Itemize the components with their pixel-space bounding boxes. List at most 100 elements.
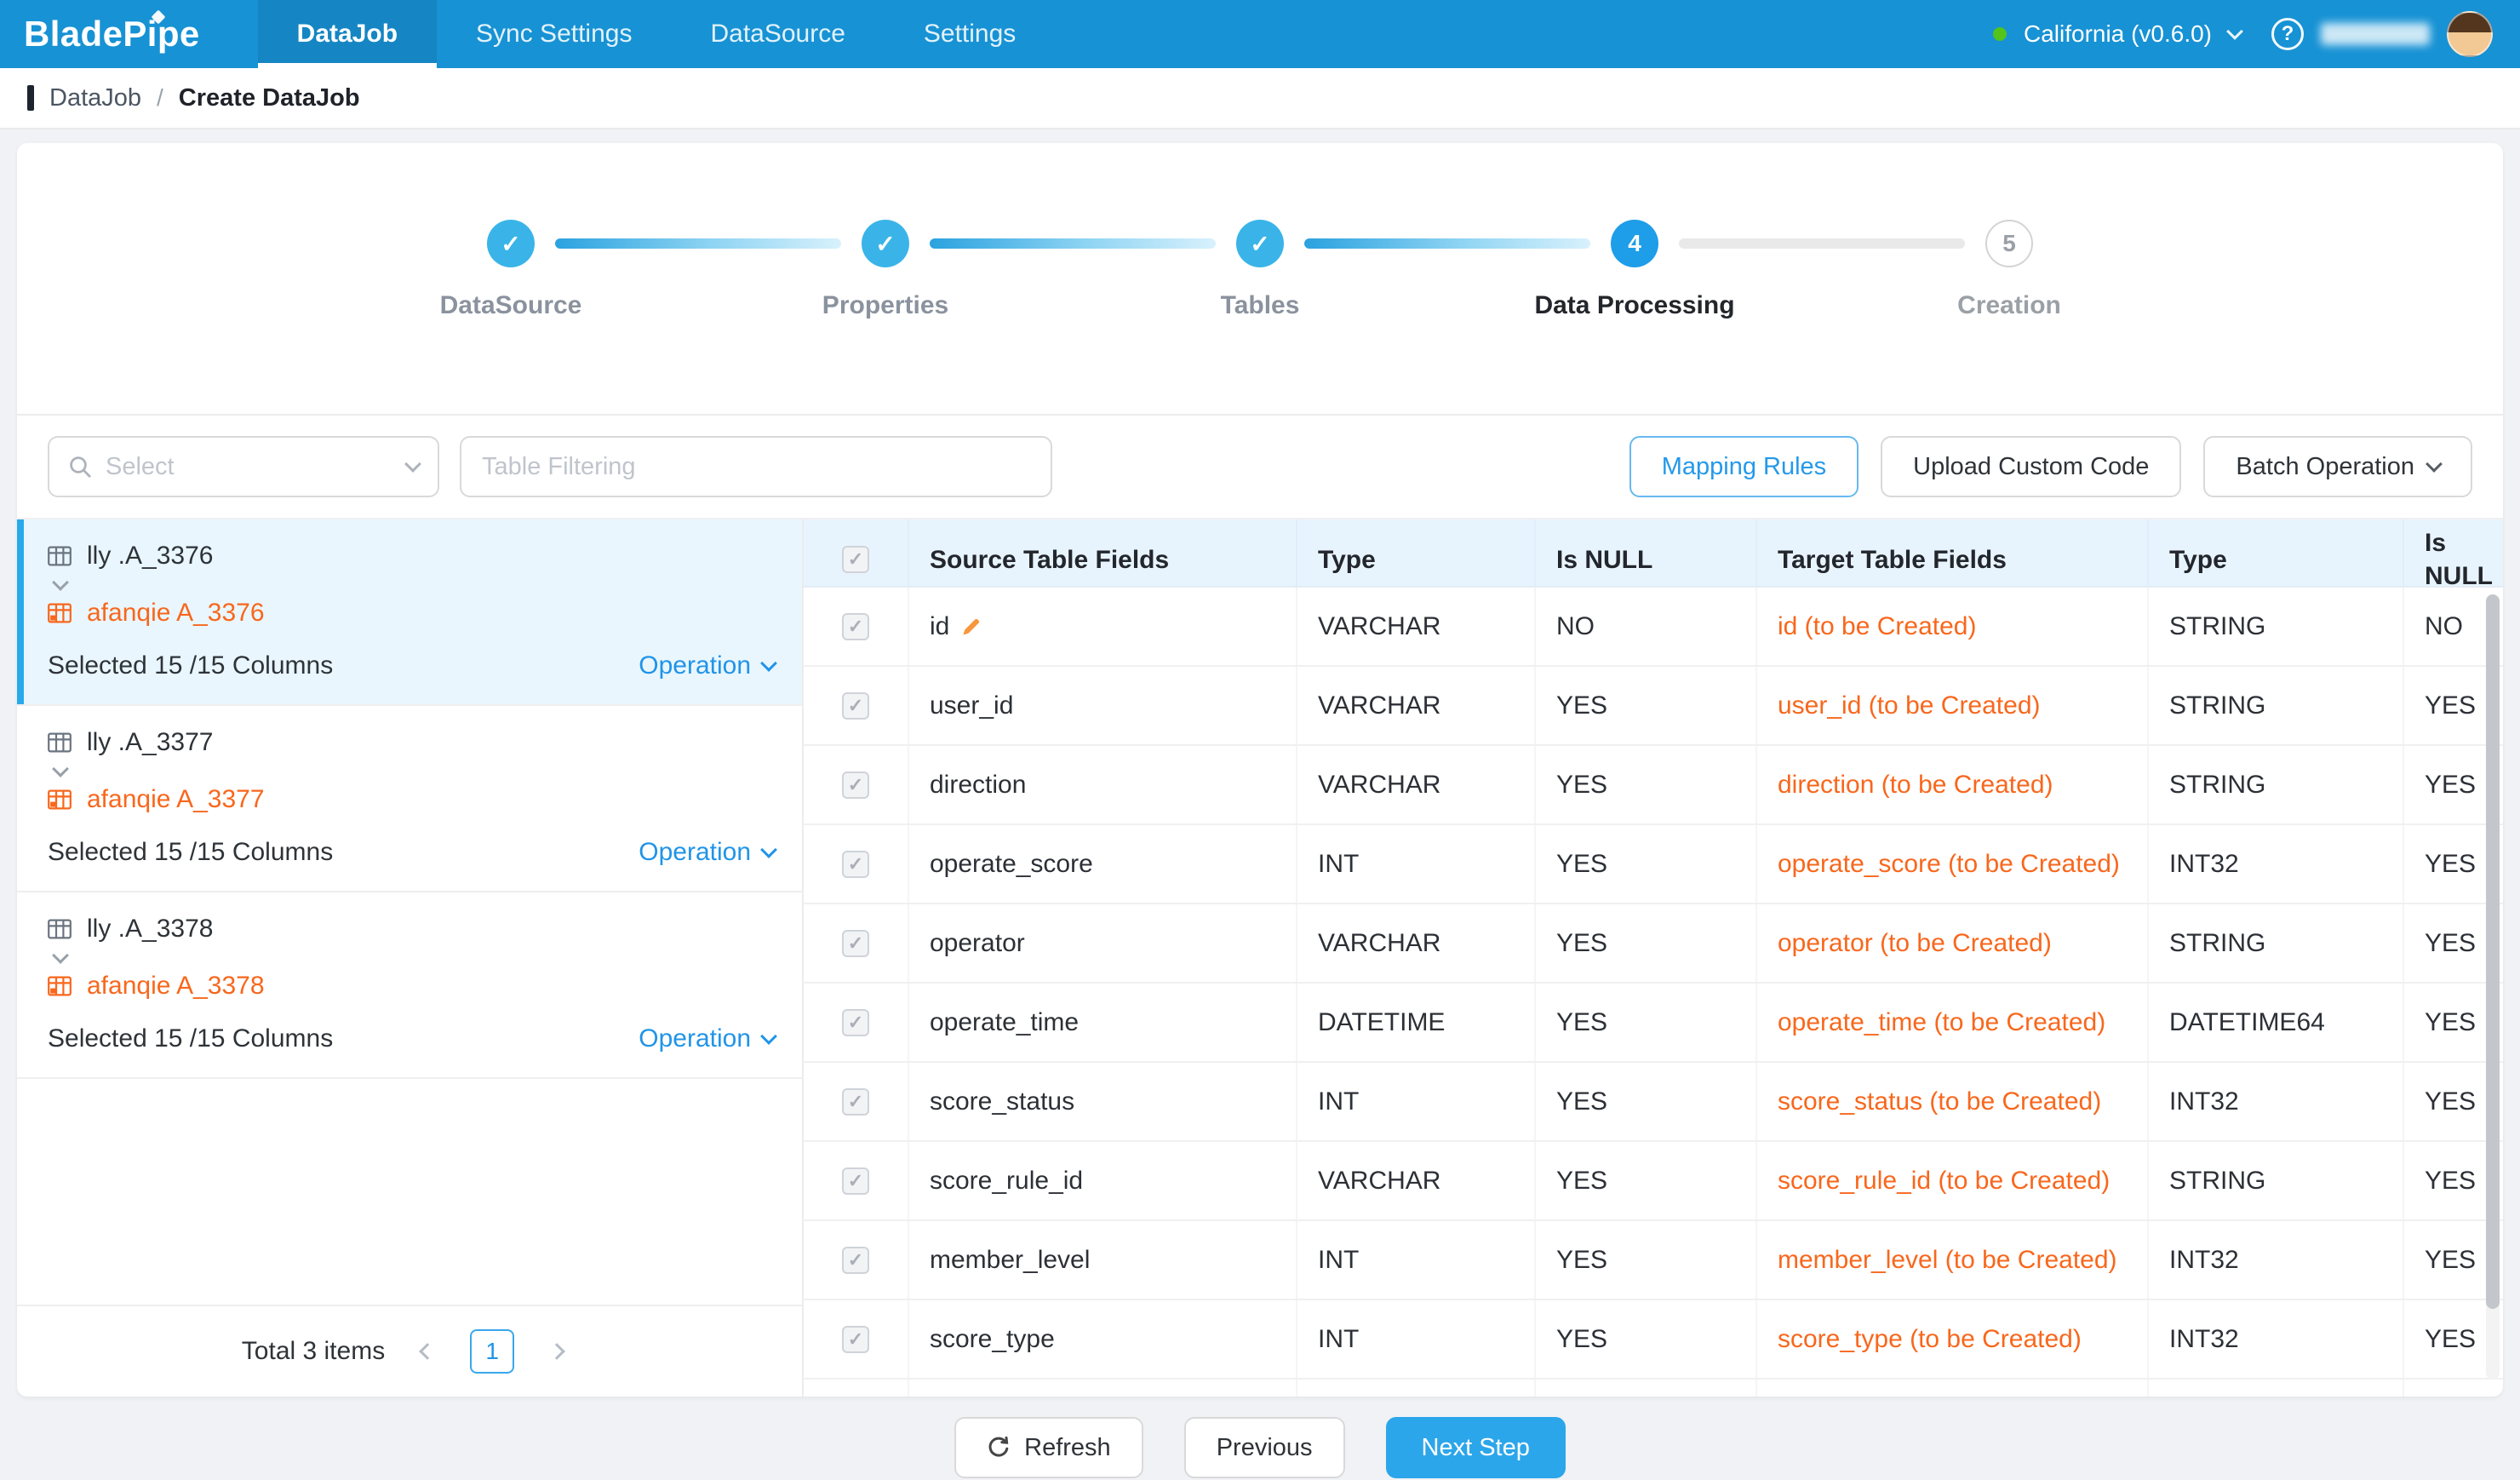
table-item-3377[interactable]: lly .A_3377 afanqie A_3377 Selected 15 /… (17, 706, 802, 892)
search-icon (68, 455, 92, 479)
step-label: DataSource (440, 291, 582, 320)
step-number: 4 (1611, 220, 1658, 267)
breadcrumb-datajob[interactable]: DataJob (49, 84, 141, 112)
check-icon: ✓ (848, 1330, 863, 1349)
region-selector-label[interactable]: California (v0.6.0) (2024, 20, 2212, 48)
check-icon: ✓ (848, 1172, 863, 1190)
field-row-score-type: ✓ score_type INT YES score_type (to be C… (804, 1300, 2503, 1380)
top-navbar: BladePipe DataJob Sync Settings DataSour… (0, 0, 2520, 68)
step-label: Tables (1221, 291, 1300, 320)
pagination-prev[interactable] (407, 1331, 448, 1372)
nav-tab-sync-settings[interactable]: Sync Settings (437, 0, 671, 68)
edit-field-icon[interactable] (961, 617, 982, 637)
check-icon: ✓ (848, 776, 863, 794)
source-isnull: NO (1536, 588, 1757, 665)
source-table-name: lly .A_3377 (87, 728, 213, 757)
source-type: VARCHAR (1297, 746, 1536, 823)
table-toolbar: Select Mapping Rules Upload Custom Code … (17, 416, 2503, 518)
next-step-button[interactable]: Next Step (1386, 1417, 1566, 1478)
field-row-user-id: ✓ user_id VARCHAR YES user_id (to be Cre… (804, 667, 2503, 746)
selected-columns-text: Selected 15 /15 Columns (48, 838, 333, 867)
source-type: INT (1297, 1221, 1536, 1299)
row-checkbox[interactable]: ✓ (842, 930, 869, 957)
operation-label: Operation (639, 1024, 751, 1053)
source-type: VARCHAR (1297, 588, 1536, 665)
source-table-name: lly .A_3376 (87, 542, 213, 571)
breadcrumb-current: Create DataJob (179, 84, 360, 112)
breadcrumb-accent-bar (27, 85, 34, 111)
table-item-3378[interactable]: lly .A_3378 afanqie A_3378 Selected 15 /… (17, 892, 802, 1079)
check-icon: ✓ (848, 697, 863, 715)
row-checkbox[interactable]: ✓ (842, 1009, 869, 1036)
select-all-checkbox[interactable]: ✓ (842, 546, 869, 573)
target-table-name: afanqie A_3376 (87, 599, 265, 628)
field-row-member-level: ✓ member_level INT YES member_level (to … (804, 1221, 2503, 1300)
wizard-actions: Refresh Previous Next Step (0, 1417, 2520, 1478)
target-field-name: direction (to be Created) (1757, 746, 2149, 823)
field-row-partial: ✓ (804, 1380, 2503, 1397)
row-checkbox[interactable]: ✓ (842, 1326, 869, 1353)
table-item-3376[interactable]: lly .A_3376 afanqie A_3376 Selected 15 /… (17, 519, 802, 706)
table-scrollbar[interactable] (2486, 594, 2500, 1380)
source-field-name: score_status (909, 1063, 1297, 1140)
wizard-stepper: ✓ DataSource ✓ Properties ✓ Tables 4 Dat… (17, 143, 2503, 416)
user-avatar[interactable] (2447, 11, 2493, 57)
row-checkbox[interactable]: ✓ (842, 851, 869, 878)
pagination-next[interactable] (536, 1331, 577, 1372)
mapping-rules-button[interactable]: Mapping Rules (1629, 436, 1858, 497)
field-row-score-status: ✓ score_status INT YES score_status (to … (804, 1063, 2503, 1142)
operation-link[interactable]: Operation (639, 1024, 775, 1053)
field-row-operator: ✓ operator VARCHAR YES operator (to be C… (804, 904, 2503, 984)
target-field-name: score_type (to be Created) (1757, 1300, 2149, 1378)
target-type: STRING (2149, 667, 2404, 744)
source-type: DATETIME (1297, 984, 1536, 1061)
check-icon: ✓ (848, 934, 863, 953)
tables-panel: lly .A_3376 afanqie A_3376 Selected 15 /… (17, 519, 804, 1397)
source-type: INT (1297, 825, 1536, 903)
upload-custom-code-button[interactable]: Upload Custom Code (1881, 436, 2181, 497)
target-type: STRING (2149, 746, 2404, 823)
operation-link[interactable]: Operation (639, 838, 775, 867)
target-type: STRING (2149, 1142, 2404, 1219)
row-checkbox[interactable]: ✓ (842, 692, 869, 720)
step-label: Creation (1957, 291, 2061, 320)
table-scrollbar-thumb[interactable] (2486, 594, 2500, 1309)
row-checkbox[interactable]: ✓ (842, 1167, 869, 1195)
batch-operation-button[interactable]: Batch Operation (2203, 436, 2472, 497)
source-isnull: YES (1536, 984, 1757, 1061)
pagination-page-1[interactable]: 1 (470, 1329, 514, 1374)
source-isnull: YES (1536, 667, 1757, 744)
step-connector (1679, 238, 1965, 249)
source-type: VARCHAR (1297, 904, 1536, 982)
table-filter-input[interactable] (460, 436, 1052, 497)
target-type: STRING (2149, 588, 2404, 665)
nav-tab-datajob[interactable]: DataJob (258, 0, 437, 68)
previous-button[interactable]: Previous (1184, 1417, 1345, 1478)
row-checkbox[interactable]: ✓ (842, 1247, 869, 1274)
target-field-name: operate_time (to be Created) (1757, 984, 2149, 1061)
select-dropdown[interactable]: Select (48, 436, 439, 497)
source-isnull: YES (1536, 825, 1757, 903)
operation-link[interactable]: Operation (639, 651, 775, 680)
nav-tab-datasource[interactable]: DataSource (671, 0, 884, 68)
row-checkbox[interactable]: ✓ (842, 1088, 869, 1116)
check-icon: ✓ (848, 1093, 863, 1111)
step-creation: 5 Creation (1985, 220, 2033, 414)
batch-operation-label: Batch Operation (2236, 453, 2414, 481)
help-icon[interactable]: ? (2271, 18, 2304, 50)
chevron-down-icon[interactable] (2226, 23, 2243, 40)
source-field-name: operate_time (909, 984, 1297, 1061)
chevron-down-icon (52, 947, 69, 964)
row-checkbox[interactable]: ✓ (842, 613, 869, 640)
upload-custom-code-label: Upload Custom Code (1913, 453, 2149, 481)
nav-tab-settings[interactable]: Settings (885, 0, 1055, 68)
row-checkbox[interactable]: ✓ (842, 772, 869, 799)
source-isnull: YES (1536, 1300, 1757, 1378)
refresh-button[interactable]: Refresh (954, 1417, 1143, 1478)
check-icon: ✓ (848, 617, 863, 636)
target-field-name: member_level (to be Created) (1757, 1221, 2149, 1299)
fields-table-header: ✓ Source Table Fields Type Is NULL Targe… (804, 519, 2503, 588)
source-field-name: score_rule_id (909, 1142, 1297, 1219)
target-field-name: user_id (to be Created) (1757, 667, 2149, 744)
source-field-name: member_level (909, 1221, 1297, 1299)
